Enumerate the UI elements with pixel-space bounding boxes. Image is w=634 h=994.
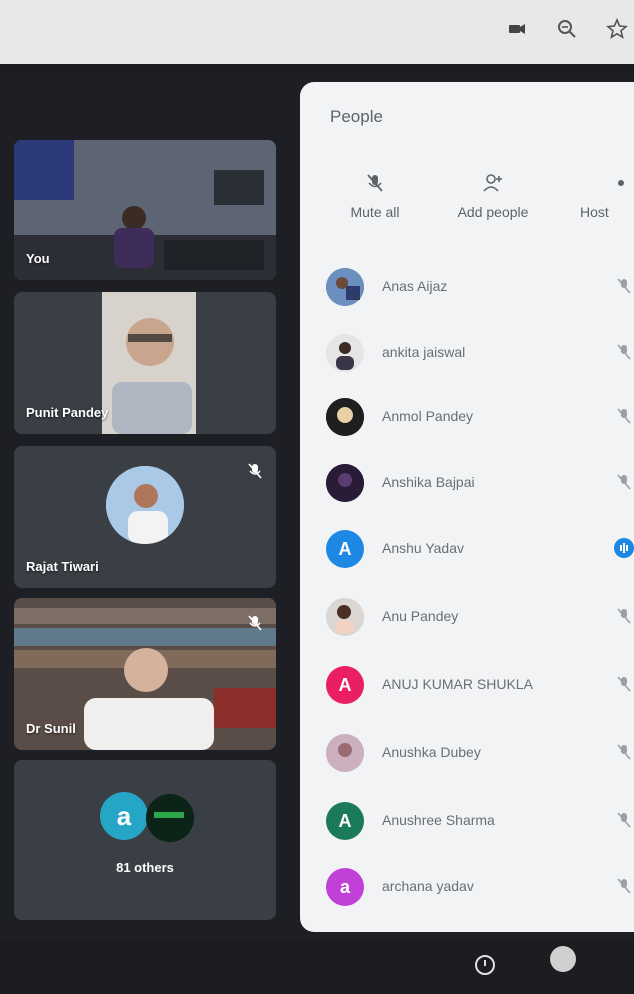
video-tile-participant[interactable]: Dr Sunil — [14, 598, 276, 750]
tile-name: Punit Pandey — [26, 405, 109, 420]
participant-name: Anushka Dubey — [382, 744, 481, 760]
meeting-controls-bar — [0, 940, 634, 994]
participant-row[interactable]: Anushka Dubey — [326, 734, 634, 780]
host-icon — [610, 172, 632, 194]
people-panel: People Mute all Add people Host Anas Aij… — [300, 82, 634, 932]
avatar — [326, 334, 364, 372]
video-tile-participant[interactable]: Rajat Tiwari — [14, 446, 276, 588]
tile-name: Rajat Tiwari — [26, 559, 99, 574]
participant-row[interactable]: A Anshu Yadav — [326, 530, 634, 576]
avatar: A — [326, 530, 364, 568]
tile-name: You — [26, 251, 50, 266]
video-tile-self[interactable]: You — [14, 140, 276, 280]
add-person-icon — [482, 172, 504, 194]
participant-name: Anmol Pandey — [382, 408, 474, 424]
panel-title: People — [330, 107, 383, 126]
participant-name: Anu Pandey — [382, 608, 459, 624]
avatar: A — [326, 666, 364, 704]
star-icon[interactable] — [606, 17, 628, 40]
participant-name: Anshu Yadav — [382, 540, 464, 556]
participant-row[interactable]: A ANUJ KUMAR SHUKLA — [326, 666, 634, 712]
participant-row[interactable]: Anmol Pandey — [326, 398, 634, 444]
mic-off-icon — [246, 614, 264, 632]
avatar — [326, 734, 364, 772]
mic-off-icon — [246, 462, 264, 480]
avatar — [326, 598, 364, 636]
participant-row[interactable]: A Anushree Sharma — [326, 802, 634, 848]
mic-off-icon — [614, 876, 634, 896]
others-count-label: 81 others — [116, 860, 174, 875]
mute-all-button[interactable]: Mute all — [330, 172, 420, 220]
mic-off-icon — [614, 606, 634, 626]
avatar — [326, 464, 364, 502]
avatar: A — [326, 802, 364, 840]
mic-off-icon — [364, 172, 386, 194]
video-feed — [102, 292, 196, 434]
participant-row[interactable]: Anu Pandey — [326, 598, 634, 644]
avatar — [106, 466, 184, 544]
mic-off-icon — [614, 742, 634, 762]
meeting-header — [0, 64, 634, 78]
mic-off-icon — [614, 406, 634, 426]
participant-row[interactable]: Anshika Bajpai — [326, 464, 634, 510]
tile-name: Dr Sunil — [26, 721, 76, 736]
video-tile-others[interactable]: a 81 others — [14, 760, 276, 920]
participant-name: archana yadav — [382, 878, 474, 894]
participant-row[interactable]: ankita jaiswal — [326, 334, 634, 380]
info-icon[interactable] — [474, 954, 496, 976]
participant-name: Anshika Bajpai — [382, 474, 475, 490]
avatar: a — [100, 792, 148, 840]
video-tile-participant[interactable]: Punit Pandey — [14, 292, 276, 434]
mic-off-icon — [614, 472, 634, 492]
zoom-icon[interactable] — [556, 18, 578, 40]
host-controls-button[interactable]: Host — [580, 172, 634, 220]
speaking-icon — [614, 538, 634, 558]
browser-toolbar — [0, 0, 634, 65]
participant-name: Anas Aijaz — [382, 278, 448, 294]
video-feed — [14, 140, 276, 280]
mic-off-icon — [614, 674, 634, 694]
participant-row[interactable]: Anas Aijaz — [326, 268, 634, 314]
avatar — [326, 268, 364, 306]
mic-off-icon — [614, 810, 634, 830]
camera-icon[interactable] — [506, 18, 528, 40]
participant-row[interactable]: a archana yadav — [326, 868, 634, 914]
avatar: a — [326, 868, 364, 906]
participant-name: Anushree Sharma — [382, 812, 495, 828]
mic-off-icon — [614, 342, 634, 362]
avatar — [326, 398, 364, 436]
avatar — [146, 794, 194, 842]
action-label: Mute all — [350, 204, 400, 220]
action-label: Host — [580, 204, 609, 220]
mic-off-icon — [614, 276, 634, 296]
action-label: Add people — [457, 204, 529, 220]
participant-name: ANUJ KUMAR SHUKLA — [382, 676, 533, 692]
add-people-button[interactable]: Add people — [448, 172, 538, 220]
participant-name: ankita jaiswal — [382, 344, 466, 360]
participants-count-icon[interactable] — [550, 946, 576, 972]
